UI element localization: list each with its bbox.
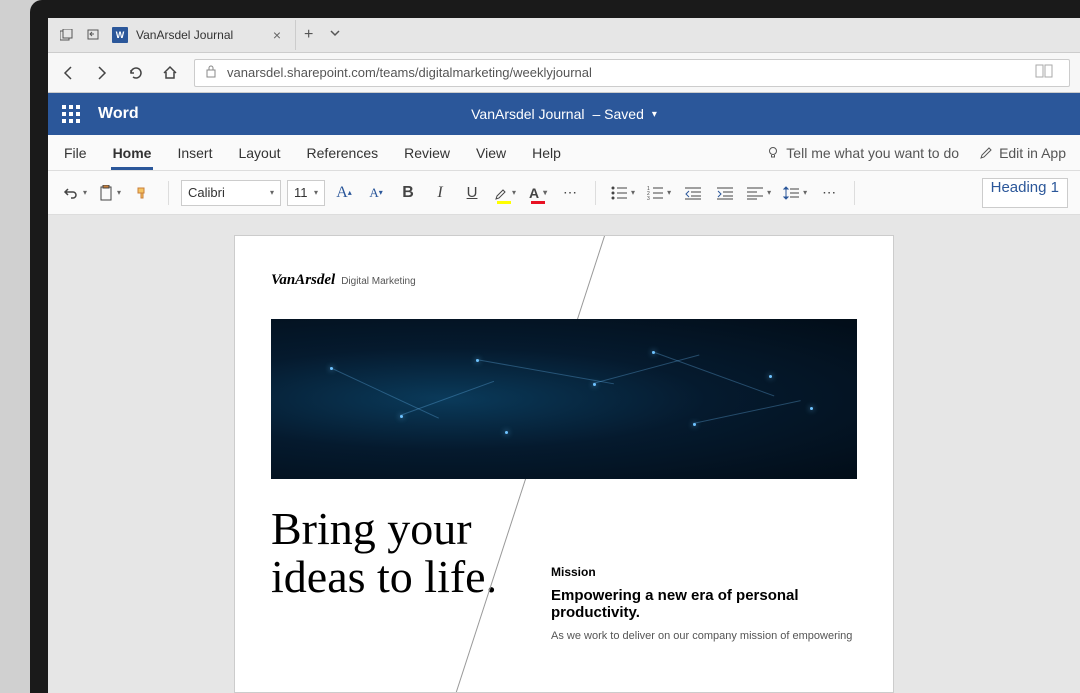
more-font-button[interactable]: ⋯ [557, 179, 583, 207]
mission-body[interactable]: As we work to deliver on our company mis… [551, 629, 857, 644]
font-size-value: 11 [294, 185, 308, 200]
document-page[interactable]: VanArsdel Digital Marketing Bring your i… [234, 235, 894, 693]
edit-in-app-button[interactable]: Edit in App [979, 145, 1066, 161]
mission-label[interactable]: Mission [551, 565, 857, 579]
document-brand: VanArsdel Digital Marketing [271, 272, 857, 289]
new-tab-button[interactable]: + [296, 26, 321, 44]
paste-button[interactable]: ▾ [96, 179, 124, 207]
tab-review[interactable]: Review [402, 135, 452, 170]
tab-help[interactable]: Help [530, 135, 563, 170]
grow-font-button[interactable]: A▴ [331, 179, 357, 207]
doc-name: VanArsdel Journal [471, 106, 584, 122]
url-text: vanarsdel.sharepoint.com/teams/digitalma… [227, 65, 592, 80]
reading-view-icon[interactable] [1029, 64, 1059, 81]
document-title-button[interactable]: VanArsdel Journal – Saved ▾ [471, 106, 657, 122]
decrease-indent-button[interactable] [680, 179, 706, 207]
word-favicon: W [112, 27, 128, 43]
font-size-select[interactable]: 11 ▾ [287, 180, 325, 206]
brand-logo: VanArsdel [271, 272, 335, 289]
more-paragraph-button[interactable]: ⋯ [816, 179, 842, 207]
svg-text:3: 3 [647, 196, 650, 200]
save-status: – Saved [592, 106, 643, 122]
ribbon-tabs: File Home Insert Layout References Revie… [48, 135, 1080, 171]
lightbulb-icon [766, 146, 780, 160]
tab-home[interactable]: Home [111, 135, 154, 170]
document-headline[interactable]: Bring your ideas to life. [271, 505, 521, 644]
app-launcher-icon[interactable] [62, 105, 80, 123]
tab-title: VanArsdel Journal [136, 28, 269, 42]
tab-file[interactable]: File [62, 135, 89, 170]
document-canvas[interactable]: VanArsdel Digital Marketing Bring your i… [48, 215, 1080, 693]
tab-view[interactable]: View [474, 135, 508, 170]
undo-button[interactable]: ▾ [60, 179, 90, 207]
forward-button[interactable] [92, 63, 112, 83]
document-columns: Bring your ideas to life. Mission Empowe… [271, 505, 857, 644]
style-value: Heading 1 [991, 179, 1059, 196]
line-spacing-button[interactable]: ▾ [780, 179, 810, 207]
app-name: Word [98, 105, 139, 123]
separator [168, 181, 169, 205]
tell-me-label: Tell me what you want to do [786, 145, 959, 161]
font-color-button[interactable]: A▾ [525, 179, 551, 207]
separator [854, 181, 855, 205]
highlight-button[interactable]: ▾ [491, 179, 519, 207]
device-bezel: W VanArsdel Journal × + vanarsdel.sharep… [30, 0, 1080, 693]
toolbar: ▾ ▾ Calibri ▾ 11 ▾ A▴ A▾ B I U ▾ A▾ ⋯ ▾ … [48, 171, 1080, 215]
underline-button[interactable]: U [459, 179, 485, 207]
url-bar[interactable]: vanarsdel.sharepoint.com/teams/digitalma… [194, 59, 1070, 87]
mission-heading[interactable]: Empowering a new era of personal product… [551, 587, 857, 621]
lock-icon [205, 64, 217, 81]
pencil-icon [979, 146, 993, 160]
chevron-down-icon: ▾ [314, 188, 318, 197]
align-button[interactable]: ▾ [744, 179, 774, 207]
italic-button[interactable]: I [427, 179, 453, 207]
tab-close-icon[interactable]: × [269, 27, 285, 43]
bullets-button[interactable]: ▾ [608, 179, 638, 207]
brand-tagline: Digital Marketing [341, 276, 415, 287]
chevron-down-icon: ▾ [270, 188, 274, 197]
bold-button[interactable]: B [395, 179, 421, 207]
browser-titlebar: W VanArsdel Journal × + [48, 18, 1080, 53]
tab-layout[interactable]: Layout [236, 135, 282, 170]
numbering-button[interactable]: 123 ▾ [644, 179, 674, 207]
format-painter-button[interactable] [130, 179, 156, 207]
set-aside-tabs-icon[interactable] [86, 28, 100, 42]
back-button[interactable] [58, 63, 78, 83]
document-right-column: Mission Empowering a new era of personal… [551, 505, 857, 644]
shrink-font-button[interactable]: A▾ [363, 179, 389, 207]
window-tabs-icon[interactable] [60, 28, 74, 42]
font-name-select[interactable]: Calibri ▾ [181, 180, 281, 206]
hero-image [271, 319, 857, 479]
refresh-button[interactable] [126, 63, 146, 83]
edit-in-app-label: Edit in App [999, 145, 1066, 161]
separator [595, 181, 596, 205]
tab-references[interactable]: References [305, 135, 381, 170]
chevron-down-icon: ▾ [652, 109, 657, 120]
style-select[interactable]: Heading 1 [982, 178, 1068, 208]
screen: W VanArsdel Journal × + vanarsdel.sharep… [48, 18, 1080, 693]
browser-tab[interactable]: W VanArsdel Journal × [106, 20, 296, 50]
tab-insert[interactable]: Insert [175, 135, 214, 170]
font-name-value: Calibri [188, 185, 225, 200]
home-button[interactable] [160, 63, 180, 83]
browser-navbar: vanarsdel.sharepoint.com/teams/digitalma… [48, 53, 1080, 93]
word-header: Word VanArsdel Journal – Saved ▾ [48, 93, 1080, 135]
increase-indent-button[interactable] [712, 179, 738, 207]
tell-me-search[interactable]: Tell me what you want to do [766, 145, 959, 161]
tabs-dropdown-icon[interactable] [321, 26, 349, 44]
